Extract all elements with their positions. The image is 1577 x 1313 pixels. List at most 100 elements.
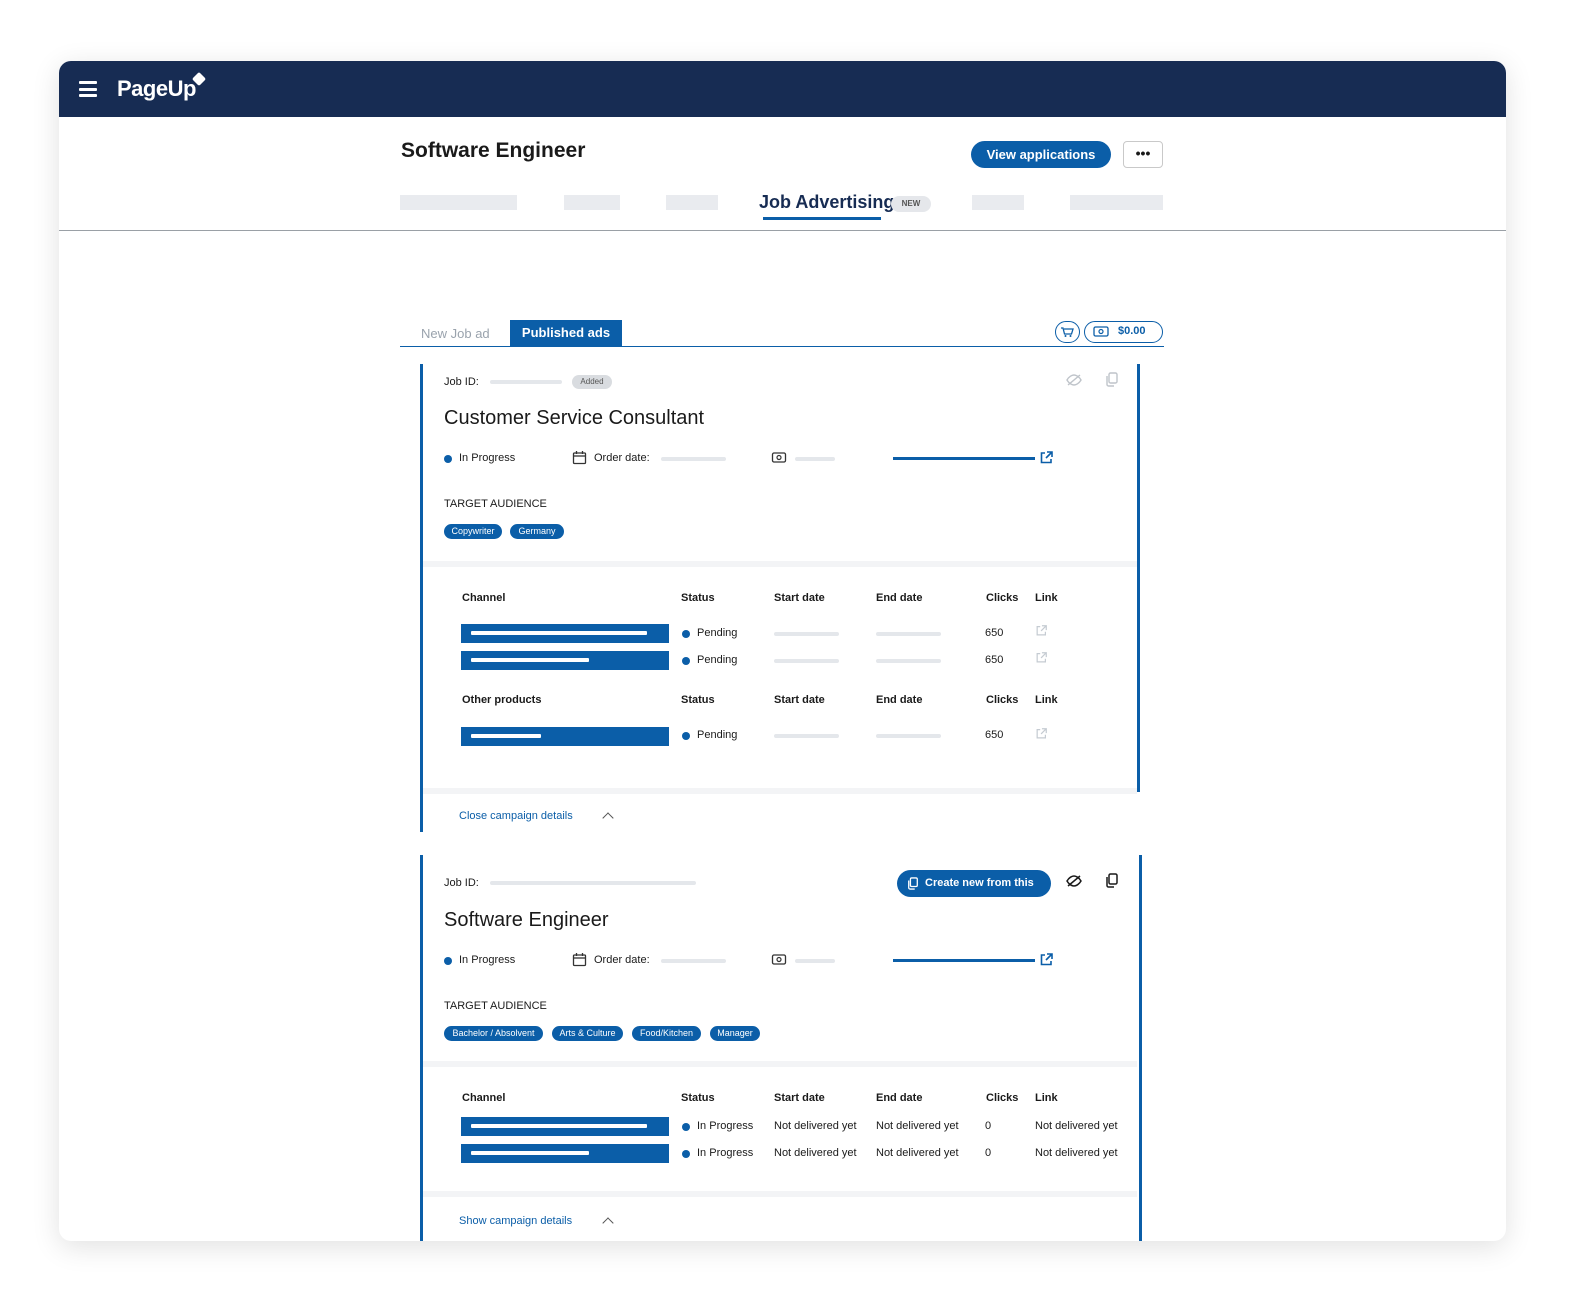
channel-header: Channel — [462, 592, 506, 604]
channel-name-bar — [461, 651, 669, 670]
audience-tag: Arts & Culture — [552, 1026, 623, 1041]
show-campaign-details-link[interactable]: Show campaign details — [459, 1215, 572, 1227]
money-icon — [1093, 326, 1109, 337]
tab-placeholder-3[interactable] — [666, 195, 718, 210]
budget-placeholder — [795, 959, 835, 963]
top-navigation-bar: PageUp — [59, 61, 1506, 117]
row-clicks: 650 — [985, 654, 1004, 666]
external-link-icon[interactable] — [1035, 651, 1048, 664]
row-link: Not delivered yet — [1035, 1147, 1118, 1159]
section-separator — [423, 788, 1137, 794]
budget-amount: $0.00 — [1118, 325, 1146, 337]
end-date-placeholder — [876, 632, 941, 636]
start-date-header: Start date — [774, 592, 825, 604]
status-header: Status — [681, 694, 715, 706]
row-status: In Progress — [697, 1147, 754, 1159]
channel-name-bar — [461, 624, 669, 643]
external-link-icon[interactable] — [1035, 624, 1048, 637]
active-tab-indicator — [763, 217, 881, 220]
audience-tag: Manager — [710, 1026, 760, 1041]
end-date-header: End date — [876, 1092, 923, 1104]
tab-placeholder-1[interactable] — [400, 195, 517, 210]
status-header: Status — [681, 592, 715, 604]
tab-placeholder-5[interactable] — [1070, 195, 1163, 210]
start-date-placeholder — [774, 734, 839, 738]
close-campaign-details-link[interactable]: Close campaign details — [459, 810, 573, 822]
tab-placeholder-2[interactable] — [564, 195, 620, 210]
channel-name-bar — [461, 1144, 669, 1163]
status-header: Status — [681, 1092, 715, 1104]
row-clicks: 650 — [985, 627, 1004, 639]
end-date-placeholder — [876, 734, 941, 738]
link-header: Link — [1035, 592, 1058, 604]
section-separator — [423, 1061, 1137, 1067]
row-status: Pending — [697, 654, 738, 666]
start-date-placeholder — [774, 659, 839, 663]
external-link-icon[interactable] — [1039, 450, 1054, 465]
link-header: Link — [1035, 694, 1058, 706]
calendar-icon — [572, 451, 587, 465]
budget-icon — [771, 954, 787, 965]
end-date-placeholder — [876, 659, 941, 663]
status-dot — [682, 1150, 690, 1158]
status-dot — [682, 1123, 690, 1131]
link-header: Link — [1035, 1092, 1058, 1104]
order-date-label: Order date: — [594, 954, 650, 966]
job-id-value-placeholder — [490, 380, 562, 384]
subtab-divider — [400, 346, 1164, 347]
start-date-header: Start date — [774, 694, 825, 706]
view-applications-button[interactable]: View applications — [971, 141, 1111, 168]
product-name-bar — [461, 727, 669, 746]
start-date-placeholder — [774, 632, 839, 636]
status-dot — [444, 957, 452, 965]
campaign-title: Software Engineer — [444, 909, 609, 931]
cart-button[interactable] — [1055, 321, 1080, 343]
more-options-button[interactable]: ••• — [1123, 141, 1163, 168]
audience-tag: Copywriter — [444, 524, 502, 539]
clicks-header: Clicks — [986, 694, 1019, 706]
status-dot — [444, 455, 452, 463]
hide-icon[interactable] — [1065, 373, 1083, 387]
order-date-placeholder — [661, 959, 726, 963]
calendar-icon — [572, 953, 587, 967]
page-title: Software Engineer — [401, 139, 586, 162]
tab-new-job-ad[interactable]: New Job ad — [421, 326, 490, 341]
row-clicks: 0 — [985, 1120, 992, 1132]
hamburger-menu-icon[interactable] — [79, 81, 97, 97]
budget-button[interactable]: $0.00 — [1084, 321, 1163, 343]
hide-icon[interactable] — [1065, 874, 1083, 888]
tab-published-ads[interactable]: Published ads — [510, 320, 622, 346]
app-window: PageUp Software Engineer View applicatio… — [59, 61, 1506, 1241]
tab-placeholder-4[interactable] — [972, 195, 1024, 210]
clicks-header: Clicks — [986, 1092, 1019, 1104]
external-link-icon[interactable] — [1039, 952, 1054, 967]
pageup-logo[interactable]: PageUp — [117, 76, 196, 102]
row-start-date: Not delivered yet — [774, 1120, 857, 1132]
end-date-header: End date — [876, 694, 923, 706]
section-separator — [423, 561, 1137, 567]
row-end-date: Not delivered yet — [876, 1147, 959, 1159]
job-id-value-placeholder — [490, 881, 696, 885]
campaign-progress-bar — [893, 959, 1035, 962]
tab-job-advertising[interactable]: Job Advertising — [759, 192, 894, 213]
audience-tag: Germany — [510, 524, 564, 539]
copy-icon[interactable] — [1105, 873, 1119, 888]
budget-placeholder — [795, 457, 835, 461]
channel-name-bar — [461, 1117, 669, 1136]
channel-header: Channel — [462, 1092, 506, 1104]
row-status: Pending — [697, 729, 738, 741]
audience-tag: Food/Kitchen — [632, 1026, 701, 1041]
external-link-icon[interactable] — [1035, 727, 1048, 740]
order-date-label: Order date: — [594, 452, 650, 464]
target-audience-heading: TARGET AUDIENCE — [444, 498, 547, 510]
job-id-label: Job ID: — [444, 376, 479, 388]
order-date-placeholder — [661, 457, 726, 461]
status-dot — [682, 732, 690, 740]
row-status: Pending — [697, 627, 738, 639]
status-dot — [682, 630, 690, 638]
create-new-from-this-button[interactable]: Create new from this — [897, 870, 1051, 897]
added-badge: Added — [572, 375, 612, 389]
other-products-header: Other products — [462, 694, 542, 706]
copy-icon[interactable] — [1105, 372, 1119, 387]
card-1-right-border — [1137, 364, 1140, 792]
